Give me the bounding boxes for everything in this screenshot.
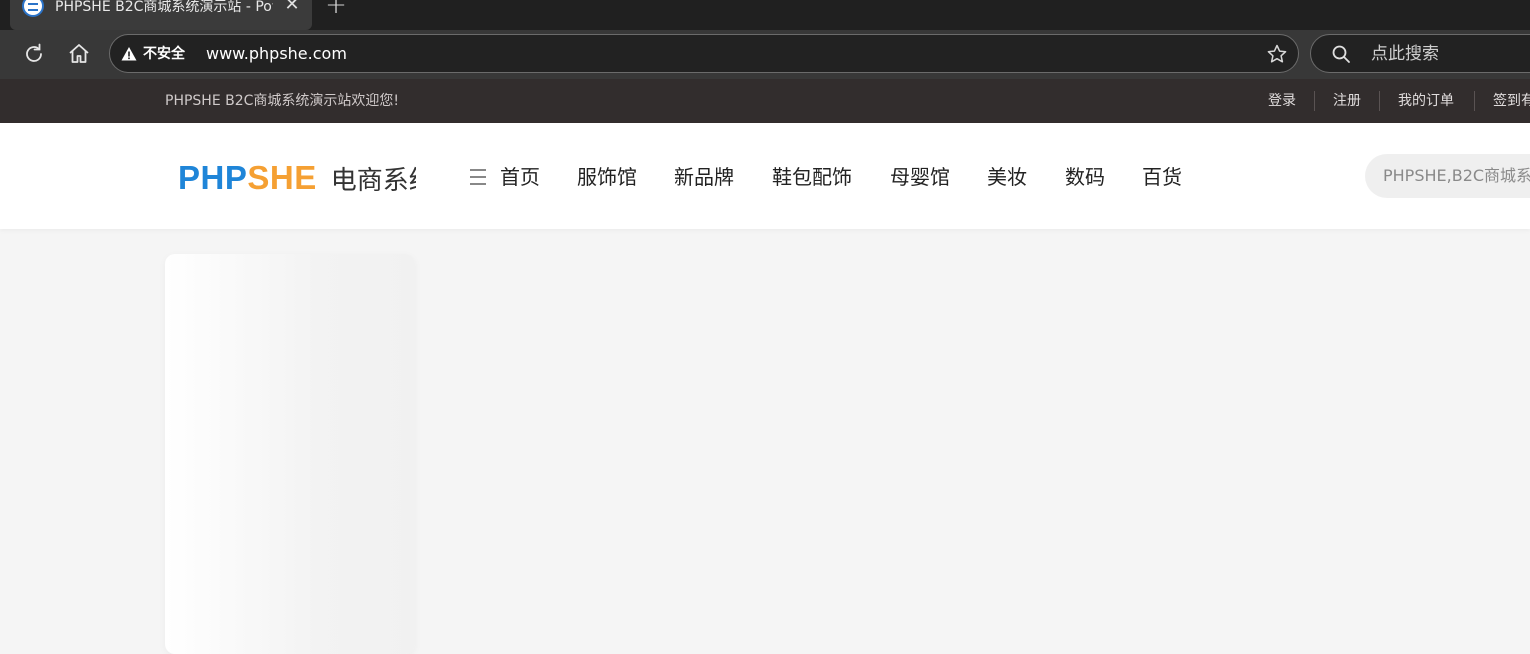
nav-item-beauty[interactable]: 美妆 bbox=[987, 163, 1027, 191]
site-search-placeholder: PHPSHE,B2C商城系统 bbox=[1383, 166, 1530, 185]
login-link[interactable]: 登录 bbox=[1268, 90, 1296, 112]
new-tab-plus-icon[interactable]: + bbox=[324, 0, 348, 18]
security-status-label[interactable]: 不安全 bbox=[143, 43, 199, 65]
reload-icon[interactable] bbox=[20, 40, 48, 68]
nav-item-mother-baby[interactable]: 母婴馆 bbox=[890, 163, 950, 191]
browser-tabstrip: PHPSHE B2C商城系统演示站 - Powered by phpshe ✕ … bbox=[0, 0, 1530, 30]
site-search-input[interactable]: PHPSHE,B2C商城系统 bbox=[1365, 154, 1530, 198]
logo-tagline: 电商系统 bbox=[330, 166, 416, 196]
browser-tab[interactable]: PHPSHE B2C商城系统演示站 - Powered by phpshe ✕ bbox=[10, 0, 312, 30]
topbar-divider bbox=[1379, 91, 1380, 111]
topbar-divider bbox=[1314, 91, 1315, 111]
register-link[interactable]: 注册 bbox=[1333, 90, 1361, 112]
home-icon[interactable] bbox=[65, 40, 93, 68]
tab-close-icon[interactable]: ✕ bbox=[282, 0, 302, 16]
browser-toolbar: 不安全 www.phpshe.com 点此搜索 bbox=[0, 30, 1530, 79]
address-bar[interactable]: 不安全 www.phpshe.com bbox=[109, 34, 1299, 73]
nav-item-general-goods[interactable]: 百货 bbox=[1142, 163, 1182, 191]
tab-title: PHPSHE B2C商城系统演示站 - Powered by phpshe bbox=[55, 0, 273, 15]
nav-item-home[interactable]: 首页 bbox=[500, 163, 540, 191]
site-favicon-icon bbox=[22, 0, 44, 17]
sign-in-reward-link[interactable]: 签到有礼 bbox=[1493, 90, 1530, 112]
search-icon bbox=[1331, 44, 1351, 64]
nav-item-new-brands[interactable]: 新品牌 bbox=[674, 163, 734, 191]
my-orders-link[interactable]: 我的订单 bbox=[1398, 90, 1454, 112]
topbar-divider bbox=[1474, 91, 1475, 111]
nav-item-digital[interactable]: 数码 bbox=[1065, 163, 1105, 191]
site-logo[interactable]: PHPSHE 电商系统 bbox=[178, 159, 416, 197]
logo-text-php: PHP bbox=[178, 159, 248, 196]
welcome-message: PHPSHE B2C商城系统演示站欢迎您! bbox=[165, 93, 400, 109]
browser-search-box[interactable]: 点此搜索 bbox=[1310, 34, 1530, 73]
site-header: PHPSHE电商系统 首页 服饰馆 新品牌 鞋包配饰 母婴馆 美妆 数码 百货 … bbox=[0, 123, 1530, 229]
logo-text-she: SHE bbox=[247, 159, 317, 196]
category-panel bbox=[165, 254, 415, 654]
bookmark-star-icon[interactable] bbox=[1266, 43, 1288, 65]
browser-search-placeholder: 点此搜索 bbox=[1371, 44, 1439, 64]
url-text[interactable]: www.phpshe.com bbox=[206, 43, 1106, 65]
nav-item-shoes-bags[interactable]: 鞋包配饰 bbox=[772, 163, 852, 191]
site-topbar: PHPSHE B2C商城系统演示站欢迎您! 登录 注册 我的订单 签到有礼 bbox=[0, 79, 1530, 123]
nav-item-apparel[interactable]: 服饰馆 bbox=[577, 163, 637, 191]
menu-hamburger-icon[interactable] bbox=[470, 169, 486, 185]
warning-triangle-icon[interactable] bbox=[121, 46, 137, 62]
